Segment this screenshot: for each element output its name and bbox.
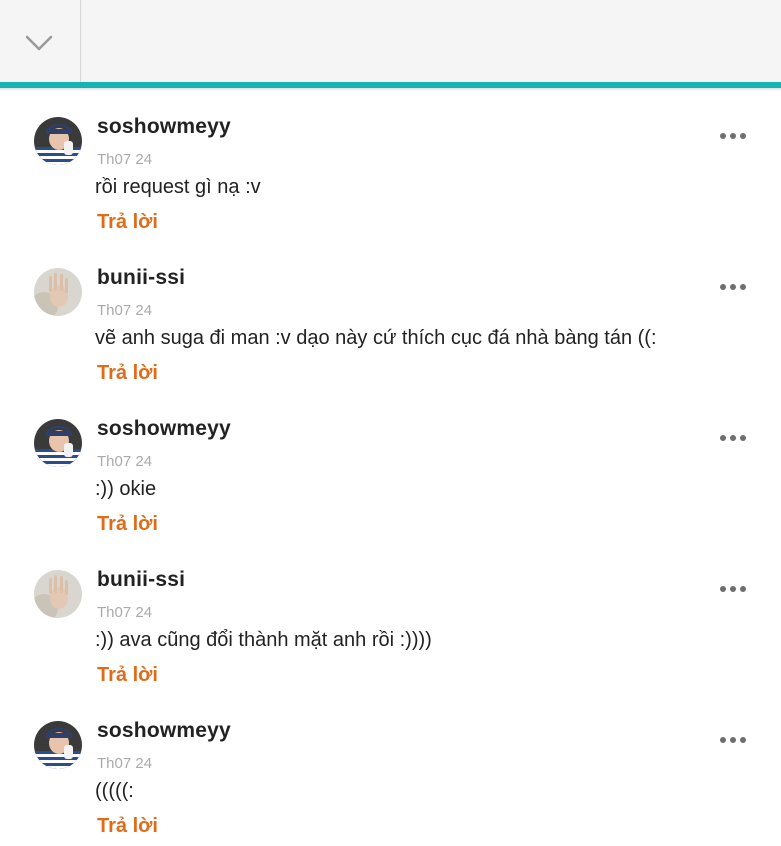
comment-username[interactable]: bunii-ssi <box>97 266 185 290</box>
reply-button[interactable]: Trả lời <box>97 362 158 385</box>
comment-timestamp: Th07 24 <box>97 604 153 621</box>
comment-timestamp: Th07 24 <box>97 755 153 772</box>
chevron-down-icon <box>25 35 53 51</box>
comment-item: soshowmeyy Th07 24 (((((: Trả lời <box>0 695 781 846</box>
comment-username[interactable]: soshowmeyy <box>97 417 231 441</box>
reply-button[interactable]: Trả lời <box>97 513 158 536</box>
comment-item: soshowmeyy Th07 24 rồi request gì nạ :v … <box>0 91 781 242</box>
reply-button[interactable]: Trả lời <box>97 211 158 234</box>
comment-text: vẽ anh suga đi man :v dạo này cứ thích c… <box>95 327 657 349</box>
more-options-icon[interactable] <box>718 582 748 596</box>
comment-username[interactable]: bunii-ssi <box>97 568 185 592</box>
avatar[interactable] <box>34 268 82 316</box>
more-options-icon[interactable] <box>718 431 748 445</box>
comment-text: (((((: <box>95 780 134 802</box>
more-options-icon[interactable] <box>718 280 748 294</box>
comment-timestamp: Th07 24 <box>97 151 153 168</box>
comment-item: bunii-ssi Th07 24 :)) ava cũng đổi thành… <box>0 544 781 695</box>
top-bar <box>0 0 781 82</box>
reply-button[interactable]: Trả lời <box>97 815 158 838</box>
avatar[interactable] <box>34 419 82 467</box>
avatar[interactable] <box>34 117 82 165</box>
comment-text: :)) ava cũng đổi thành mặt anh rồi :)))) <box>95 629 432 651</box>
reply-button[interactable]: Trả lời <box>97 664 158 687</box>
comment-timestamp: Th07 24 <box>97 302 153 319</box>
comment-item: soshowmeyy Th07 24 :)) okie Trả lời <box>0 393 781 544</box>
comment-text: :)) okie <box>95 478 157 500</box>
more-options-icon[interactable] <box>718 733 748 747</box>
avatar[interactable] <box>34 721 82 769</box>
comment-text: rồi request gì nạ :v <box>95 176 261 198</box>
collapse-button[interactable] <box>0 0 80 82</box>
avatar[interactable] <box>34 570 82 618</box>
comment-username[interactable]: soshowmeyy <box>97 719 231 743</box>
comment-item: bunii-ssi Th07 24 vẽ anh suga đi man :v … <box>0 242 781 393</box>
comment-timestamp: Th07 24 <box>97 453 153 470</box>
more-options-icon[interactable] <box>718 129 748 143</box>
comment-username[interactable]: soshowmeyy <box>97 115 231 139</box>
topbar-divider <box>80 0 81 82</box>
